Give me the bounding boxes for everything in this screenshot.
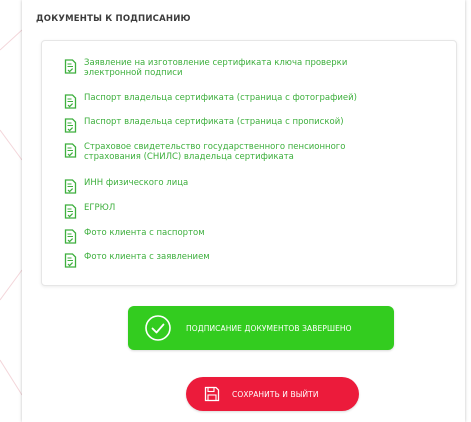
document-label: Страховое свидетельство государственного… xyxy=(84,142,346,162)
section-title: ДОКУМЕНТЫ К ПОДПИСАНИЮ xyxy=(36,14,191,24)
document-label: ИНН физического лица xyxy=(84,178,189,188)
document-label: ЕГРЮЛ xyxy=(84,203,116,213)
document-item[interactable]: Страховое свидетельство государственного… xyxy=(64,142,394,162)
documents-list: Заявление на изготовление сертификата кл… xyxy=(41,40,457,286)
save-and-exit-label: СОХРАНИТЬ И ВЫЙТИ xyxy=(232,389,319,399)
signing-complete-button[interactable]: ПОДПИСАНИЕ ДОКУМЕНТОВ ЗАВЕРШЕНО xyxy=(128,306,394,350)
document-label: Паспорт владельца сертификата (страница … xyxy=(84,117,344,127)
check-circle-icon xyxy=(144,314,172,342)
signing-complete-label: ПОДПИСАНИЕ ДОКУМЕНТОВ ЗАВЕРШЕНО xyxy=(186,323,352,333)
save-and-exit-button[interactable]: СОХРАНИТЬ И ВЫЙТИ xyxy=(186,377,359,411)
save-icon xyxy=(204,386,220,402)
document-label: Фото клиента с паспортом xyxy=(84,228,205,238)
document-label: Паспорт владельца сертификата (страница … xyxy=(84,93,357,103)
document-item[interactable]: ИНН физического лица xyxy=(64,178,394,194)
document-item[interactable]: Паспорт владельца сертификата (страница … xyxy=(64,93,394,109)
document-item[interactable]: ЕГРЮЛ xyxy=(64,203,394,219)
document-check-icon xyxy=(64,204,77,219)
document-item[interactable]: Фото клиента с заявлением xyxy=(64,252,394,268)
document-item[interactable]: Фото клиента с паспортом xyxy=(64,228,394,244)
document-item[interactable]: Паспорт владельца сертификата (страница … xyxy=(64,117,394,133)
document-check-icon xyxy=(64,229,77,244)
document-label: Фото клиента с заявлением xyxy=(84,252,210,262)
document-check-icon xyxy=(64,59,77,74)
document-check-icon xyxy=(64,179,77,194)
document-item[interactable]: Заявление на изготовление сертификата кл… xyxy=(64,58,394,78)
document-check-icon xyxy=(64,143,77,158)
document-check-icon xyxy=(64,94,77,109)
document-label: Заявление на изготовление сертификата кл… xyxy=(84,58,348,78)
document-check-icon xyxy=(64,253,77,268)
document-check-icon xyxy=(64,118,77,133)
